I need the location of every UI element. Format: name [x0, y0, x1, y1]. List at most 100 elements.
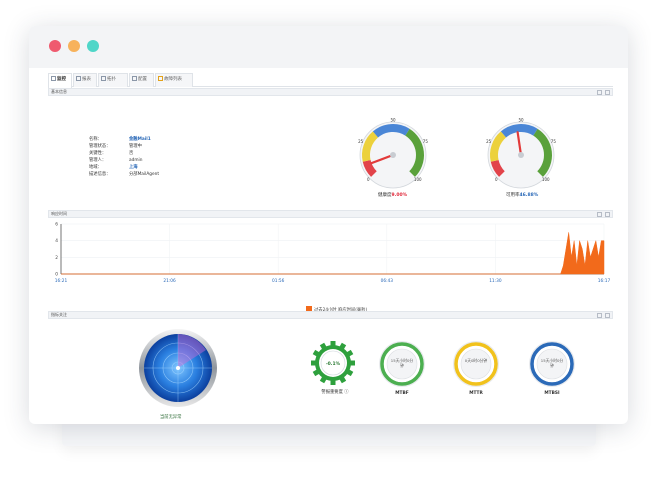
x-tick-label: 16:17: [598, 278, 611, 284]
info-value: 金融Mail1: [129, 137, 151, 142]
gauge-tick-label: 75: [551, 139, 557, 144]
warning-icon: [158, 76, 163, 81]
section-basic-info-header: 基本信息: [48, 88, 613, 96]
badge-value: 0天0时0分钟: [464, 358, 488, 363]
mtbf-badge: 15天小时0分钟 MTBF: [378, 340, 426, 400]
x-tick-label: 01:56: [272, 278, 285, 284]
info-row-description: 描述信息： 分部MailAgent: [89, 172, 199, 178]
gauge-tick-label: 50: [390, 118, 396, 123]
info-row-manager: 管理人： admin: [89, 158, 199, 164]
info-label: 管理状态：: [89, 144, 111, 149]
gauge-tick-label: 50: [518, 118, 524, 123]
badge-name: MTBSI: [544, 391, 560, 396]
gear-tooth: [311, 360, 318, 366]
info-row-status: 管理状态： 管理中: [89, 144, 199, 150]
gauge-tick-label: 100: [414, 177, 422, 182]
gauge-value: 46.88%: [519, 193, 539, 198]
badge-value: 15天小时0分钟: [390, 358, 414, 368]
availability-gauge: 0 25 50 75 100: [486, 118, 557, 189]
mtbsi-badge: 15天小时0分钟 MTBSI: [528, 340, 576, 400]
info-row-name: 名称： 金融Mail1: [89, 137, 199, 143]
x-tick-label: 21:06: [163, 278, 176, 284]
gear-name-text: 警报重要度: [321, 390, 343, 395]
window-titlebar: [29, 26, 628, 68]
config-icon: [132, 76, 137, 81]
info-value: admin: [129, 158, 143, 163]
info-label: 管理人：: [89, 158, 107, 163]
gauge-tick-label: 0: [367, 177, 370, 182]
y-tick-label: 6: [55, 222, 58, 228]
info-label: 地域：: [89, 165, 102, 170]
gauge-hub: [518, 152, 524, 158]
mttr-badge: 0天0时0分钟 MTTR: [452, 340, 500, 400]
tab-label: 报表: [82, 77, 91, 82]
collapse-icon[interactable]: [597, 313, 602, 318]
app-window: 监控 报表 拓扑 配置 故障列表 基本信息 名称： 金融Mail1 管理状态： …: [29, 26, 628, 424]
tab-topology[interactable]: 拓扑: [98, 73, 128, 87]
gear-tooth: [348, 360, 355, 366]
gauge-tick-label: 25: [358, 139, 364, 144]
radar-status-label: 当前无异常: [160, 415, 182, 420]
radar-scanner: [139, 329, 217, 407]
gauge-name: 可用率: [506, 193, 520, 198]
section-title: 指标关注: [51, 312, 67, 317]
health-gauge: 0 25 50 75 100: [358, 118, 429, 189]
tab-fault-list[interactable]: 故障列表: [155, 73, 193, 87]
info-value: 上海: [129, 165, 138, 170]
tab-report[interactable]: 报表: [73, 73, 97, 87]
gear-value: -0.1%: [326, 361, 341, 367]
info-value: 分部MailAgent: [129, 172, 160, 177]
gauge-tick-label: 100: [542, 177, 550, 182]
gauge-tick-label: 75: [423, 139, 429, 144]
info-value: 否: [129, 151, 134, 156]
report-icon: [76, 76, 81, 81]
info-label: 关键性：: [89, 151, 107, 156]
gear-tooth: [330, 341, 336, 348]
gear-tooth: [330, 378, 336, 385]
badge-inner: [460, 348, 492, 380]
info-label: 描述信息：: [89, 172, 111, 177]
gauge-tick-label: 25: [486, 139, 492, 144]
health-gauge-label: 健康度9.00%: [378, 192, 407, 198]
y-tick-label: 0: [55, 272, 58, 278]
info-icon[interactable]: ⓘ: [344, 390, 348, 395]
badge-ring: [453, 341, 499, 387]
topology-icon: [101, 76, 106, 81]
y-tick-label: 4: [55, 238, 58, 244]
section-indicators-header: 指标关注: [48, 311, 613, 319]
main-content: 监控 报表 拓扑 配置 故障列表 基本信息 名称： 金融Mail1 管理状态： …: [48, 68, 613, 424]
tab-label: 配置: [138, 77, 147, 82]
minimize-dot[interactable]: [68, 40, 80, 52]
refresh-icon[interactable]: [605, 90, 610, 95]
gear-name: 警报重要度 ⓘ: [310, 389, 360, 395]
refresh-icon[interactable]: [605, 313, 610, 318]
info-row-critical: 关键性： 否: [89, 151, 199, 157]
gauge-hub: [390, 152, 396, 158]
tab-label: 故障列表: [164, 77, 182, 82]
x-tick-label: 11:30: [489, 278, 502, 284]
tab-label: 拓扑: [107, 77, 116, 82]
badge-name: MTBF: [395, 391, 409, 396]
close-dot[interactable]: [49, 40, 61, 52]
y-tick-label: 2: [55, 255, 58, 261]
series-area: [61, 232, 605, 275]
gauge-tick-label: 0: [495, 177, 498, 182]
tab-config[interactable]: 配置: [129, 73, 154, 87]
info-value: 管理中: [129, 144, 142, 149]
x-tick-label: 06:43: [381, 278, 394, 284]
availability-gauge-label: 可用率46.88%: [506, 192, 538, 198]
gear-icon: -0.1%: [311, 341, 355, 385]
gauge-name: 健康度: [378, 193, 392, 198]
tab-monitor[interactable]: 监控: [48, 73, 72, 88]
monitor-icon: [51, 76, 56, 81]
tab-bar: 监控 报表 拓扑 配置 故障列表: [48, 73, 613, 88]
maximize-dot[interactable]: [87, 40, 99, 52]
collapse-icon[interactable]: [597, 90, 602, 95]
info-row-region: 地域： 上海: [89, 165, 199, 171]
x-tick-label: 16:21: [55, 278, 68, 284]
gauge-value: 9.00%: [391, 193, 408, 198]
section-title: 基本信息: [51, 89, 67, 94]
tab-label: 监控: [57, 77, 66, 82]
info-label: 名称：: [89, 137, 102, 142]
badge-name: MTTR: [469, 391, 483, 396]
